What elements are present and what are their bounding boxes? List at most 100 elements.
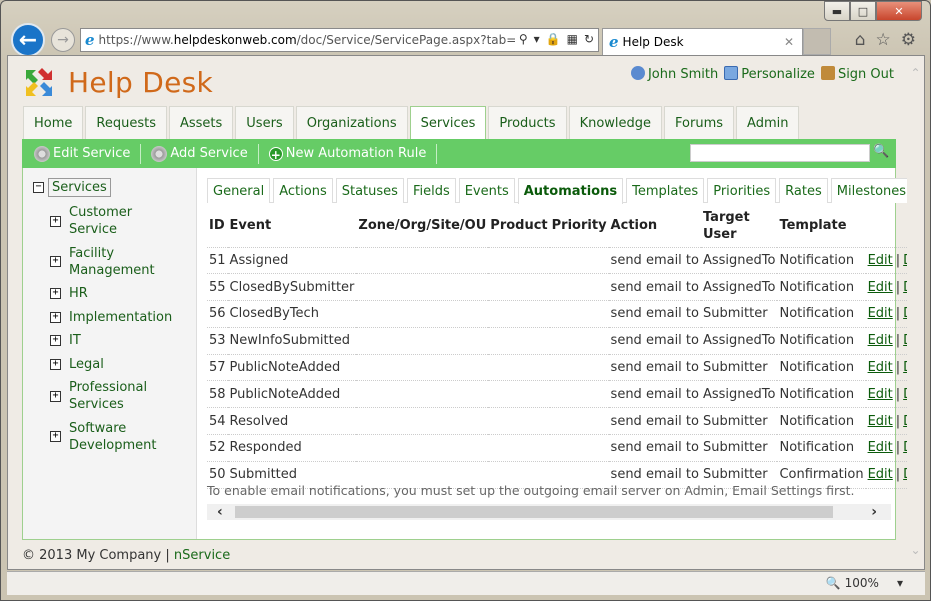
tree-item[interactable]: + Implementation xyxy=(50,309,195,326)
scroll-up-icon[interactable]: ⌃ xyxy=(907,66,924,80)
vertical-scrollbar[interactable]: ⌃ ⌄ xyxy=(907,56,924,569)
add-service-button[interactable]: Add Service xyxy=(151,143,259,164)
main-tab-products[interactable]: Products xyxy=(488,106,567,139)
main-tab-admin[interactable]: Admin xyxy=(736,106,800,139)
tree-item[interactable]: + Customer Service xyxy=(50,204,195,238)
cell-action: send email to xyxy=(608,380,701,409)
url-host: helpdeskonweb.com xyxy=(173,33,297,47)
expand-icon[interactable]: + xyxy=(50,288,61,299)
home-icon[interactable]: ⌂ xyxy=(855,30,866,50)
forward-button[interactable]: → xyxy=(51,28,75,52)
expand-icon[interactable]: + xyxy=(50,431,61,442)
expand-icon[interactable]: + xyxy=(50,335,61,346)
expand-icon[interactable]: + xyxy=(50,256,61,267)
personalize-link[interactable]: Personalize xyxy=(724,66,815,82)
collapse-icon[interactable]: − xyxy=(33,182,44,193)
tree-item-label[interactable]: Facility Management xyxy=(69,245,159,279)
column-header: Action xyxy=(608,205,701,248)
tree-item-label[interactable]: Professional Services xyxy=(69,379,159,413)
expand-icon[interactable]: + xyxy=(50,215,61,227)
cell-event: Responded xyxy=(227,434,357,462)
main-tab-requests[interactable]: Requests xyxy=(85,106,167,139)
address-bar[interactable]: e https://www. helpdeskonweb.com/doc/Serv… xyxy=(80,28,599,52)
new-tab-button[interactable] xyxy=(803,28,831,55)
table-row: 54 Resolved send email to Submitter Notifica… xyxy=(207,407,924,436)
link-separator: | xyxy=(895,360,901,376)
sub-tab-events[interactable]: Events xyxy=(458,178,515,203)
main-tab-users[interactable]: Users xyxy=(235,106,294,139)
sub-tab-actions[interactable]: Actions xyxy=(273,178,333,203)
sub-tab-rates[interactable]: Rates xyxy=(779,178,828,203)
tree-item[interactable]: + Professional Services xyxy=(50,379,195,413)
edit-link[interactable]: Edit xyxy=(868,387,893,402)
minimize-button[interactable]: ▬ xyxy=(824,1,850,21)
scroll-right-icon[interactable]: › xyxy=(871,504,877,520)
sign-out-link[interactable]: Sign Out xyxy=(820,66,894,82)
new-automation-rule-button[interactable]: + New Automation Rule xyxy=(268,143,438,164)
user-profile-link[interactable]: John Smith xyxy=(630,66,718,82)
close-window-button[interactable]: ✕ xyxy=(876,1,922,21)
main-tab-organizations[interactable]: Organizations xyxy=(295,106,408,139)
edit-link[interactable]: Edit xyxy=(868,333,893,348)
main-tab-assets[interactable]: Assets xyxy=(168,106,234,139)
compat-view-icon[interactable]: ▦ xyxy=(567,32,578,46)
main-tab-home[interactable]: Home xyxy=(23,106,84,139)
magnifier-icon[interactable]: 🔍 xyxy=(873,144,889,159)
sub-tab-milestones[interactable]: Milestones xyxy=(830,178,913,203)
edit-link[interactable]: Edit xyxy=(868,306,893,321)
tree-item-label[interactable]: Software Development xyxy=(69,420,159,454)
tree-item-label[interactable]: HR xyxy=(69,285,88,302)
tree-item-label[interactable]: Implementation xyxy=(69,309,172,326)
zoom-dropdown-icon[interactable]: ▾ xyxy=(897,576,903,590)
edit-link[interactable]: Edit xyxy=(868,280,893,295)
refresh-icon[interactable]: ↻ xyxy=(584,32,594,46)
copyright-text: © 2013 My Company xyxy=(22,548,162,563)
expand-icon[interactable]: + xyxy=(50,390,61,402)
tree-item[interactable]: + Legal xyxy=(50,356,195,373)
search-icon[interactable]: ⚲ xyxy=(519,32,528,46)
back-button[interactable]: ← xyxy=(11,23,45,57)
edit-link[interactable]: Edit xyxy=(868,253,893,268)
lock-icon[interactable]: 🔒 xyxy=(546,32,561,46)
main-tab-knowledge[interactable]: Knowledge xyxy=(568,106,663,139)
tree-item[interactable]: + Software Development xyxy=(50,420,195,454)
status-bar: 🔍 100% ▾ xyxy=(7,571,925,595)
scrollbar-thumb[interactable] xyxy=(235,506,833,518)
nservice-link[interactable]: nService xyxy=(174,548,230,563)
tree-item[interactable]: + HR xyxy=(50,285,195,302)
horizontal-scrollbar[interactable]: ‹ › xyxy=(207,504,891,520)
favorites-star-icon[interactable]: ☆ xyxy=(876,30,891,50)
zoom-control[interactable]: 🔍 100% ▾ xyxy=(826,576,903,590)
sub-tab-statuses[interactable]: Statuses xyxy=(335,178,404,203)
sub-tab-fields[interactable]: Fields xyxy=(406,178,456,203)
table-row: 58 PublicNoteAdded send email to AssignedTo… xyxy=(207,380,924,409)
edit-link[interactable]: Edit xyxy=(868,360,893,375)
edit-link[interactable]: Edit xyxy=(868,467,893,482)
tree-item[interactable]: + IT xyxy=(50,332,195,349)
edit-service-button[interactable]: Edit Service xyxy=(34,143,142,164)
close-tab-icon[interactable]: ✕ xyxy=(784,35,794,49)
tree-item-label[interactable]: Legal xyxy=(69,356,104,373)
main-tab-services[interactable]: Services xyxy=(409,106,487,140)
tree-item-label[interactable]: IT xyxy=(69,332,81,349)
sub-tab-general[interactable]: General xyxy=(207,178,271,203)
expand-icon[interactable]: + xyxy=(50,358,61,370)
expand-icon[interactable]: + xyxy=(50,311,61,323)
edit-link[interactable]: Edit xyxy=(868,440,893,455)
sub-tab-priorities[interactable]: Priorities xyxy=(707,178,777,203)
cell-priority xyxy=(549,354,609,382)
scroll-down-icon[interactable]: ⌄ xyxy=(907,543,924,557)
tree-root-label[interactable]: Services xyxy=(48,178,111,197)
sub-tab-automations[interactable]: Automations xyxy=(517,178,624,204)
edit-link[interactable]: Edit xyxy=(868,414,893,429)
tree-item[interactable]: + Facility Management xyxy=(50,245,195,279)
maximize-button[interactable]: □ xyxy=(850,1,876,21)
sub-tab-templates[interactable]: Templates xyxy=(626,178,705,203)
main-tab-forums[interactable]: Forums xyxy=(664,106,735,139)
dropdown-icon[interactable]: ▾ xyxy=(534,32,540,46)
scroll-left-icon[interactable]: ‹ xyxy=(217,504,223,520)
search-input[interactable] xyxy=(690,144,870,162)
browser-tab[interactable]: e Help Desk ✕ xyxy=(602,28,803,55)
gear-icon[interactable]: ⚙ xyxy=(901,30,916,50)
tree-item-label[interactable]: Customer Service xyxy=(69,204,159,238)
